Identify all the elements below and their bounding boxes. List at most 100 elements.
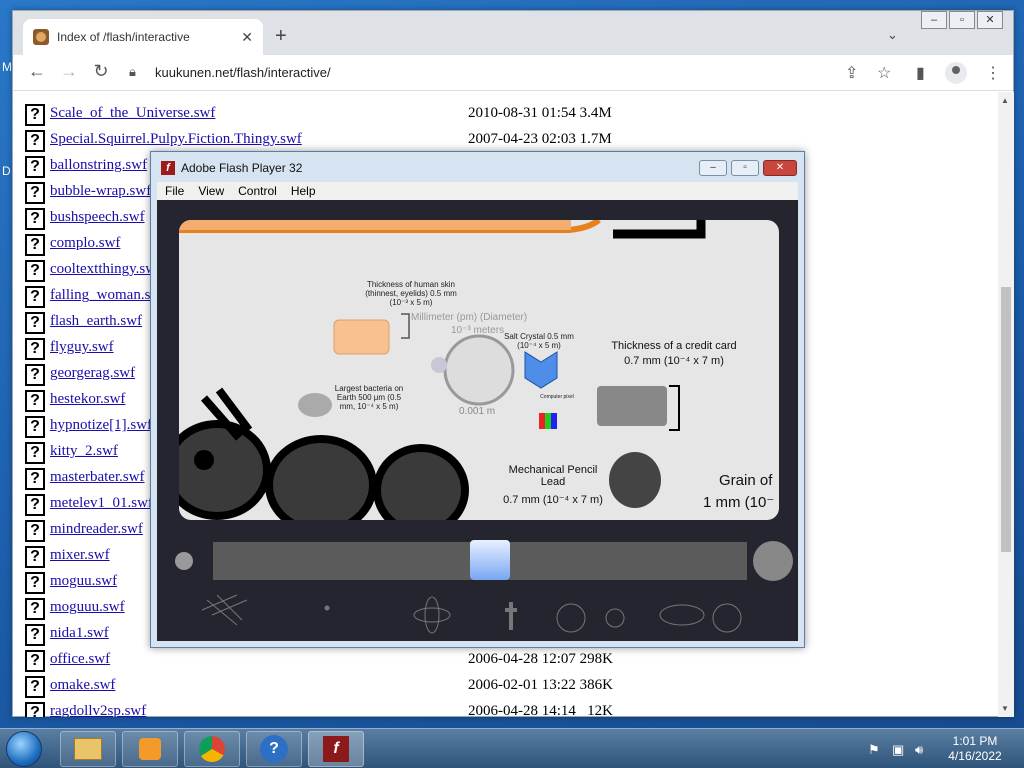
network-icon[interactable]: ▣ [892, 742, 904, 758]
table-row: ? omake.swf 2006-02-01 13:22 386K [23, 674, 983, 700]
scroll-down-icon[interactable]: ▼ [1001, 704, 1009, 713]
unknown-file-icon[interactable]: ? [25, 650, 45, 672]
scroll-up-icon[interactable]: ▲ [1001, 96, 1009, 105]
page-scrollbar[interactable]: ▲ ▼ [998, 92, 1014, 717]
flash-minimize-button[interactable]: – [699, 160, 727, 176]
forward-icon[interactable]: → [57, 61, 81, 82]
file-link[interactable]: Scale_of_the_Universe.swf [50, 105, 215, 122]
flash-maximize-button[interactable]: ▫ [731, 160, 759, 176]
unknown-file-icon[interactable]: ? [25, 390, 45, 412]
unknown-file-icon[interactable]: ? [25, 572, 45, 594]
unknown-file-icon[interactable]: ? [25, 676, 45, 698]
unknown-file-icon[interactable]: ? [25, 104, 45, 126]
flash-taskbar-button[interactable]: f [308, 731, 364, 767]
unknown-file-icon[interactable]: ? [25, 364, 45, 386]
help-icon: ? [260, 735, 288, 763]
unknown-file-icon[interactable]: ? [25, 468, 45, 490]
file-link[interactable]: georgerag.swf [50, 365, 135, 382]
browser-tab[interactable]: Index of /flash/interactive ✕ [23, 19, 263, 55]
scale-scene[interactable]: Thickness of human skin (thinnest, eyeli… [179, 220, 779, 520]
reload-icon[interactable]: ↻ [89, 61, 113, 82]
table-row: ? office.swf 2006-04-28 12:07 298K [23, 648, 983, 674]
unknown-file-icon[interactable]: ? [25, 338, 45, 360]
explorer-taskbar-button[interactable] [60, 731, 116, 767]
zoom-in-dot[interactable] [753, 541, 793, 581]
unknown-file-icon[interactable]: ? [25, 416, 45, 438]
menu-control[interactable]: Control [238, 184, 277, 198]
system-clock[interactable]: 1:01 PM 4/16/2022 [940, 734, 1010, 764]
file-link[interactable]: metelev1_01.swf [50, 495, 153, 512]
back-icon[interactable]: ← [25, 61, 49, 82]
unknown-file-icon[interactable]: ? [25, 442, 45, 464]
unknown-file-icon[interactable]: ? [25, 260, 45, 282]
file-link[interactable]: flash_earth.swf [50, 313, 142, 330]
maximize-button[interactable]: ▫ [949, 11, 975, 29]
bookmark-star-icon[interactable]: ☆ [877, 63, 891, 83]
file-link[interactable]: hypnotize[1].swf [50, 417, 152, 434]
sun-icon [605, 608, 625, 628]
atom-icon [413, 607, 451, 623]
unknown-file-icon[interactable]: ? [25, 234, 45, 256]
side-panel-icon[interactable]: ▮ [916, 63, 925, 83]
desktop-icon-label[interactable]: M [2, 60, 12, 74]
media-player-taskbar-button[interactable] [122, 731, 178, 767]
menu-view[interactable]: View [198, 184, 224, 198]
unknown-file-icon[interactable]: ? [25, 130, 45, 152]
address-bar[interactable]: 🔒︎ kuukunen.net/flash/interactive/ [123, 59, 898, 87]
share-icon[interactable]: ⇪ [845, 63, 858, 83]
action-center-icon[interactable]: ⚑ [868, 742, 880, 758]
tab-search-icon[interactable]: ⌄ [887, 27, 898, 43]
unknown-file-icon[interactable]: ? [25, 598, 45, 620]
file-link[interactable]: mixer.swf [50, 547, 110, 564]
unknown-file-icon[interactable]: ? [25, 520, 45, 542]
file-link[interactable]: cooltextthingy.swf [50, 261, 161, 278]
unknown-file-icon[interactable]: ? [25, 156, 45, 178]
menu-file[interactable]: File [165, 184, 184, 198]
volume-icon[interactable]: 🔊︎ [915, 742, 923, 758]
scale-slider-knob[interactable] [469, 540, 510, 580]
close-button[interactable]: ✕ [977, 11, 1003, 29]
file-link[interactable]: bubble-wrap.swf [50, 183, 151, 200]
file-link[interactable]: ragdollv2sp.swf [50, 703, 146, 717]
unknown-file-icon[interactable]: ? [25, 546, 45, 568]
chrome-taskbar-button[interactable] [184, 731, 240, 767]
file-link[interactable]: complo.swf [50, 235, 120, 252]
file-link[interactable]: moguuu.swf [50, 599, 125, 616]
file-link[interactable]: office.swf [50, 651, 110, 668]
flash-titlebar[interactable]: f Adobe Flash Player 32 – ▫ ✕ [151, 152, 804, 182]
file-link[interactable]: mindreader.swf [50, 521, 143, 538]
unknown-file-icon[interactable]: ? [25, 702, 45, 717]
file-link[interactable]: omake.swf [50, 677, 115, 694]
scrollbar-thumb[interactable] [1001, 287, 1011, 552]
file-link[interactable]: Special.Squirrel.Pulpy.Fiction.Thingy.sw… [50, 131, 302, 148]
zoom-out-dot[interactable] [175, 552, 193, 570]
start-button[interactable] [6, 731, 42, 767]
file-link[interactable]: nida1.swf [50, 625, 109, 642]
close-tab-icon[interactable]: ✕ [241, 29, 253, 46]
unknown-file-icon[interactable]: ? [25, 182, 45, 204]
file-link[interactable]: flyguy.swf [50, 339, 114, 356]
file-link[interactable]: masterbater.swf [50, 469, 145, 486]
file-link[interactable]: hestekor.swf [50, 391, 125, 408]
minimize-button[interactable]: – [921, 11, 947, 29]
file-link[interactable]: bushspeech.swf [50, 209, 145, 226]
unknown-file-icon[interactable]: ? [25, 286, 45, 308]
flash-close-button[interactable]: ✕ [763, 160, 797, 176]
unknown-file-icon[interactable]: ? [25, 494, 45, 516]
file-link[interactable]: kitty_2.swf [50, 443, 118, 460]
profile-avatar[interactable] [945, 62, 967, 84]
unknown-file-icon[interactable]: ? [25, 208, 45, 230]
new-tab-button[interactable]: + [275, 25, 287, 48]
desktop-icon-label[interactable]: D [2, 164, 11, 178]
file-link[interactable]: ballonstring.swf [50, 157, 147, 174]
unknown-file-icon[interactable]: ? [25, 624, 45, 646]
menu-kebab-icon[interactable]: ⋮ [985, 63, 1001, 83]
unknown-file-icon[interactable]: ? [25, 312, 45, 334]
menu-help[interactable]: Help [291, 184, 316, 198]
file-link[interactable]: moguu.swf [50, 573, 117, 590]
flash-stage[interactable]: Thickness of human skin (thinnest, eyeli… [157, 200, 798, 641]
file-link[interactable]: falling_woman.swf [50, 287, 166, 304]
help-taskbar-button[interactable]: ? [246, 731, 302, 767]
file-date-size: 2006-04-28 14:14 12K [468, 703, 613, 717]
lock-icon[interactable]: 🔒︎ [129, 64, 136, 80]
